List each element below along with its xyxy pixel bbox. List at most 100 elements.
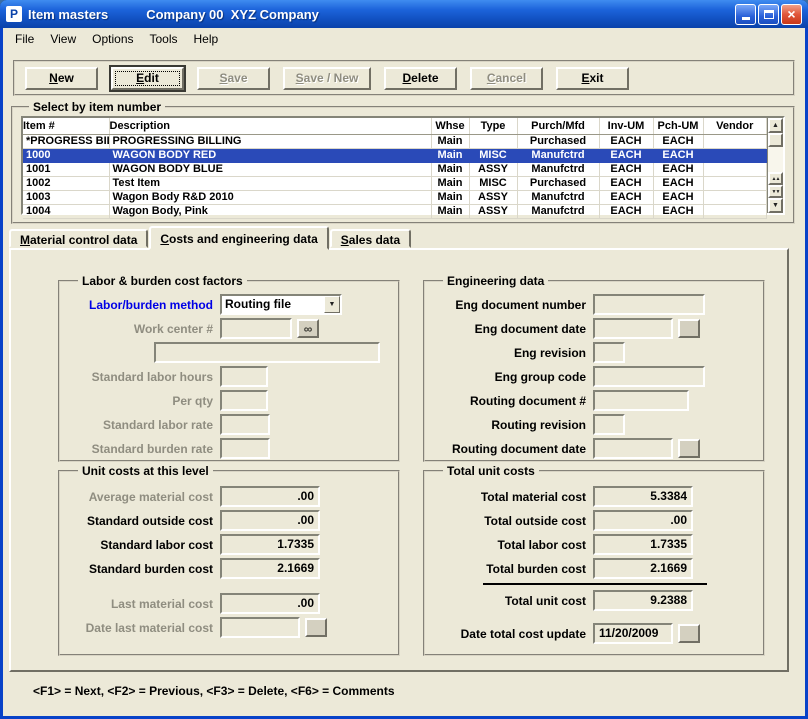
item-row-selected[interactable]: 1000 WAGON BODY RED Main MISC Manufctrd … [23, 148, 767, 163]
standard-burden-cost-field[interactable]: 2.1669 [220, 558, 320, 579]
edit-button[interactable]: Edit [111, 66, 184, 90]
new-button[interactable]: New [25, 66, 98, 90]
col-type[interactable]: Type [469, 118, 518, 135]
menu-file[interactable]: File [7, 29, 42, 49]
cell-item: 1003 [23, 190, 110, 205]
date-total-cost-update-field[interactable]: 11/20/2009 [593, 623, 673, 644]
total-burden-cost-field[interactable]: 2.1669 [593, 558, 693, 579]
exit-button[interactable]: Exit [556, 66, 629, 90]
tab-sales-data[interactable]: Sales data [329, 229, 412, 248]
work-center-lookup-button[interactable]: ∞ [297, 319, 319, 338]
scrollbar-thumb[interactable] [768, 133, 783, 147]
cell-description: PROGRESSING BILLING [109, 134, 432, 149]
item-row[interactable]: 1001 WAGON BODY BLUE Main ASSY Manufctrd… [23, 162, 767, 177]
standard-burden-rate-label: Standard burden rate [91, 441, 213, 456]
work-center-description-field[interactable] [154, 342, 380, 363]
date-total-cost-update-calendar-button[interactable] [678, 624, 700, 643]
standard-labor-hours-field[interactable] [220, 366, 268, 387]
col-pch-um[interactable]: Pch-UM [653, 118, 704, 135]
total-outside-cost-field[interactable]: .00 [593, 510, 693, 531]
routing-document-date-field[interactable] [593, 438, 673, 459]
total-material-cost-field[interactable]: 5.3384 [593, 486, 693, 507]
routing-document-number-field[interactable] [593, 390, 689, 411]
scroll-up-button[interactable]: ▲ [768, 118, 783, 133]
total-burden-cost-label: Total burden cost [486, 561, 586, 576]
page-down-button[interactable]: ▼▼ [768, 185, 783, 198]
cell-item: 1001 [23, 162, 110, 177]
total-unit-cost-field[interactable]: 9.2388 [593, 590, 693, 611]
average-material-cost-label: Average material cost [88, 489, 213, 504]
cell-type: MISC [469, 148, 518, 163]
per-qty-field[interactable] [220, 390, 268, 411]
standard-burden-cost-label: Standard burden cost [88, 561, 213, 576]
date-last-material-cost-calendar-button[interactable] [305, 618, 327, 637]
cell-item: 1004 [23, 204, 110, 219]
chevron-down-icon[interactable]: ▼ [324, 296, 340, 313]
tab-label: Sales data [340, 233, 401, 247]
delete-button[interactable]: Delete [384, 66, 457, 90]
cell-inv-um: EACH [599, 148, 654, 163]
save-button[interactable]: Save [197, 66, 270, 90]
save-new-button[interactable]: Save / New [283, 66, 371, 90]
vertical-scrollbar[interactable]: ▲ ▲▲ ▼▼ ▼ [767, 118, 783, 213]
tab-label: Material control data [20, 233, 138, 247]
standard-labor-rate-label: Standard labor rate [102, 417, 213, 432]
col-inv-um[interactable]: Inv-UM [599, 118, 654, 135]
standard-outside-cost-field[interactable]: .00 [220, 510, 320, 531]
scroll-down-button[interactable]: ▼ [768, 198, 783, 213]
standard-labor-rate-field[interactable] [220, 414, 270, 435]
item-row[interactable]: 1004 Wagon Body, Pink Main ASSY Manufctr… [23, 204, 767, 219]
item-row[interactable]: 1002 Test Item Main MISC Purchased EACH … [23, 176, 767, 191]
work-center-field[interactable] [220, 318, 292, 339]
average-material-cost-field[interactable]: .00 [220, 486, 320, 507]
eng-document-number-field[interactable] [593, 294, 705, 315]
menu-options[interactable]: Options [84, 29, 141, 49]
button-label: Save / New [295, 71, 359, 85]
work-center-label: Work center # [133, 321, 213, 336]
standard-labor-cost-field[interactable]: 1.7335 [220, 534, 320, 555]
titlebar[interactable]: P Item masters Company 00 XYZ Company × [0, 0, 808, 28]
maximize-button[interactable] [758, 3, 779, 25]
routing-revision-field[interactable] [593, 414, 625, 435]
scrollbar-track[interactable] [768, 147, 783, 172]
labor-burden-method-select[interactable]: Routing file ▼ [220, 294, 342, 315]
eng-group-code-field[interactable] [593, 366, 705, 387]
cell-pch-um: EACH [653, 190, 704, 205]
col-description[interactable]: Description [109, 118, 432, 135]
page-up-button[interactable]: ▲▲ [768, 172, 783, 185]
tab-material-control-data[interactable]: Material control data [9, 229, 149, 248]
cell-pch-um: EACH [653, 134, 704, 149]
item-table: Item # Description Whse Type Purch/Mfd I… [23, 118, 767, 219]
table-header-row: Item # Description Whse Type Purch/Mfd I… [23, 118, 767, 135]
routing-document-date-label: Routing document date [452, 441, 586, 456]
tab-costs-and-engineering-data[interactable]: Costs and engineering data [149, 226, 329, 250]
close-button[interactable]: × [781, 3, 802, 25]
arrow-down-icon: ▼ [772, 202, 779, 209]
window-controls: × [735, 3, 802, 25]
date-last-material-cost-field[interactable] [220, 617, 300, 638]
routing-document-date-calendar-button[interactable] [678, 439, 700, 458]
item-row[interactable]: *PROGRESS BILL PROGRESSING BILLING Main … [23, 134, 767, 149]
cancel-button[interactable]: Cancel [470, 66, 543, 90]
col-item-number[interactable]: Item # [23, 118, 110, 135]
col-vendor[interactable]: Vendor [703, 118, 767, 135]
minimize-button[interactable] [735, 3, 756, 25]
total-outside-cost-label: Total outside cost [484, 513, 586, 528]
total-labor-cost-field[interactable]: 1.7335 [593, 534, 693, 555]
eng-document-date-calendar-button[interactable] [678, 319, 700, 338]
col-whse[interactable]: Whse [431, 118, 470, 135]
col-purch-mfd[interactable]: Purch/Mfd [517, 118, 600, 135]
standard-burden-rate-field[interactable] [220, 438, 270, 459]
total-unit-costs-group: Total unit costs Total material cost 5.3… [423, 464, 765, 656]
date-total-cost-update-label: Date total cost update [460, 626, 586, 641]
tab-strip: Material control data Costs and engineer… [9, 226, 412, 250]
eng-document-date-field[interactable] [593, 318, 673, 339]
menu-view[interactable]: View [42, 29, 84, 49]
menu-help[interactable]: Help [186, 29, 227, 49]
item-row[interactable]: 1003 Wagon Body R&D 2010 Main ASSY Manuf… [23, 190, 767, 205]
cell-pch-um: EACH [653, 204, 704, 219]
last-material-cost-field[interactable]: .00 [220, 593, 320, 614]
eng-revision-field[interactable] [593, 342, 625, 363]
total-unit-costs-legend: Total unit costs [447, 464, 535, 478]
menu-tools[interactable]: Tools [142, 29, 186, 49]
